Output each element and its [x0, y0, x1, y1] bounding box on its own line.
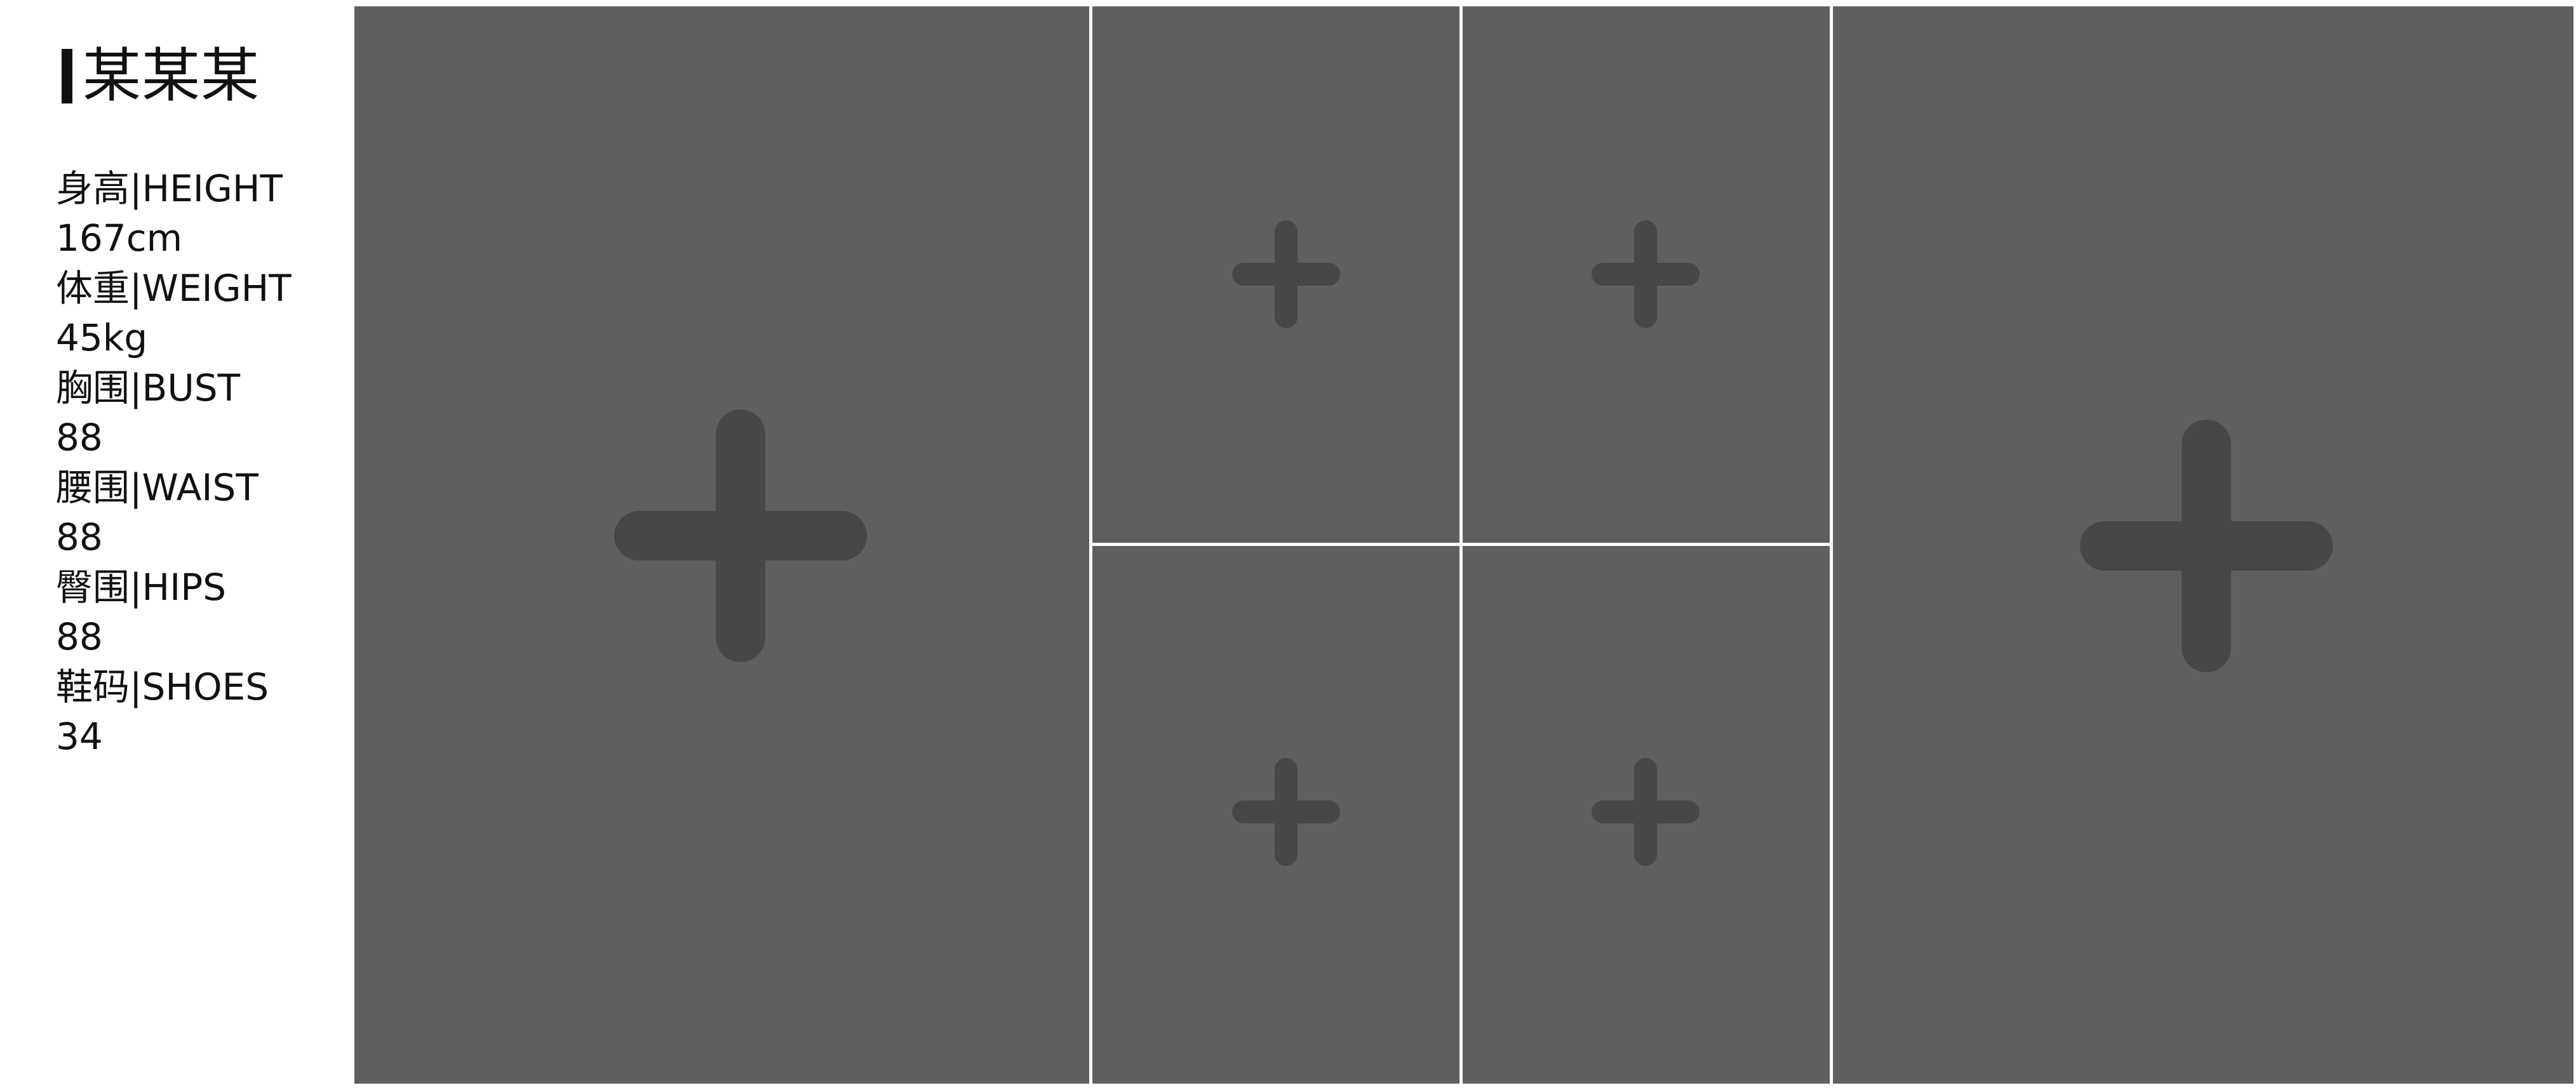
title-accent-bar — [62, 49, 72, 103]
plus-icon — [1232, 220, 1340, 328]
plus-icon — [1232, 758, 1340, 866]
photo-slot-bottom-1[interactable] — [1092, 546, 1459, 1084]
plus-icon — [1592, 220, 1700, 328]
stat-value-height: 167cm — [56, 216, 183, 260]
photo-slot-bottom-2[interactable] — [1463, 546, 1830, 1084]
photo-slot-top-2[interactable] — [1463, 6, 1830, 543]
name-header: 某某某 — [62, 44, 260, 108]
photo-slot-top-1[interactable] — [1092, 6, 1459, 543]
stat-label-bust: 胸围|BUST — [56, 366, 241, 409]
plus-icon — [614, 409, 868, 663]
profile-name: 某某某 — [83, 42, 260, 110]
profile-panel: 某某某 身高|HEIGHT 167cm 体重|WEIGHT 45kg 胸围|BU… — [0, 0, 352, 1090]
stat-value-weight: 45kg — [56, 316, 148, 359]
stat-value-shoes: 34 — [56, 715, 103, 758]
stat-label-waist: 腰围|WAIST — [56, 466, 258, 509]
plus-icon — [1592, 758, 1700, 866]
plus-icon — [2079, 419, 2333, 673]
stat-value-waist: 88 — [56, 515, 103, 559]
photo-slot-main-right[interactable] — [1833, 6, 2573, 1084]
photo-slot-main-left[interactable] — [354, 6, 1089, 1084]
stat-label-shoes: 鞋码|SHOES — [56, 665, 269, 708]
photo-grid — [354, 6, 2573, 1084]
stat-value-bust: 88 — [56, 416, 103, 459]
stat-label-weight: 体重|WEIGHT — [56, 267, 292, 310]
stat-label-hips: 臀围|HIPS — [56, 566, 227, 609]
measurements-list: 身高|HEIGHT 167cm 体重|WEIGHT 45kg 胸围|BUST 8… — [56, 164, 342, 762]
stat-label-height: 身高|HEIGHT — [56, 167, 283, 210]
stat-value-hips: 88 — [56, 615, 103, 658]
